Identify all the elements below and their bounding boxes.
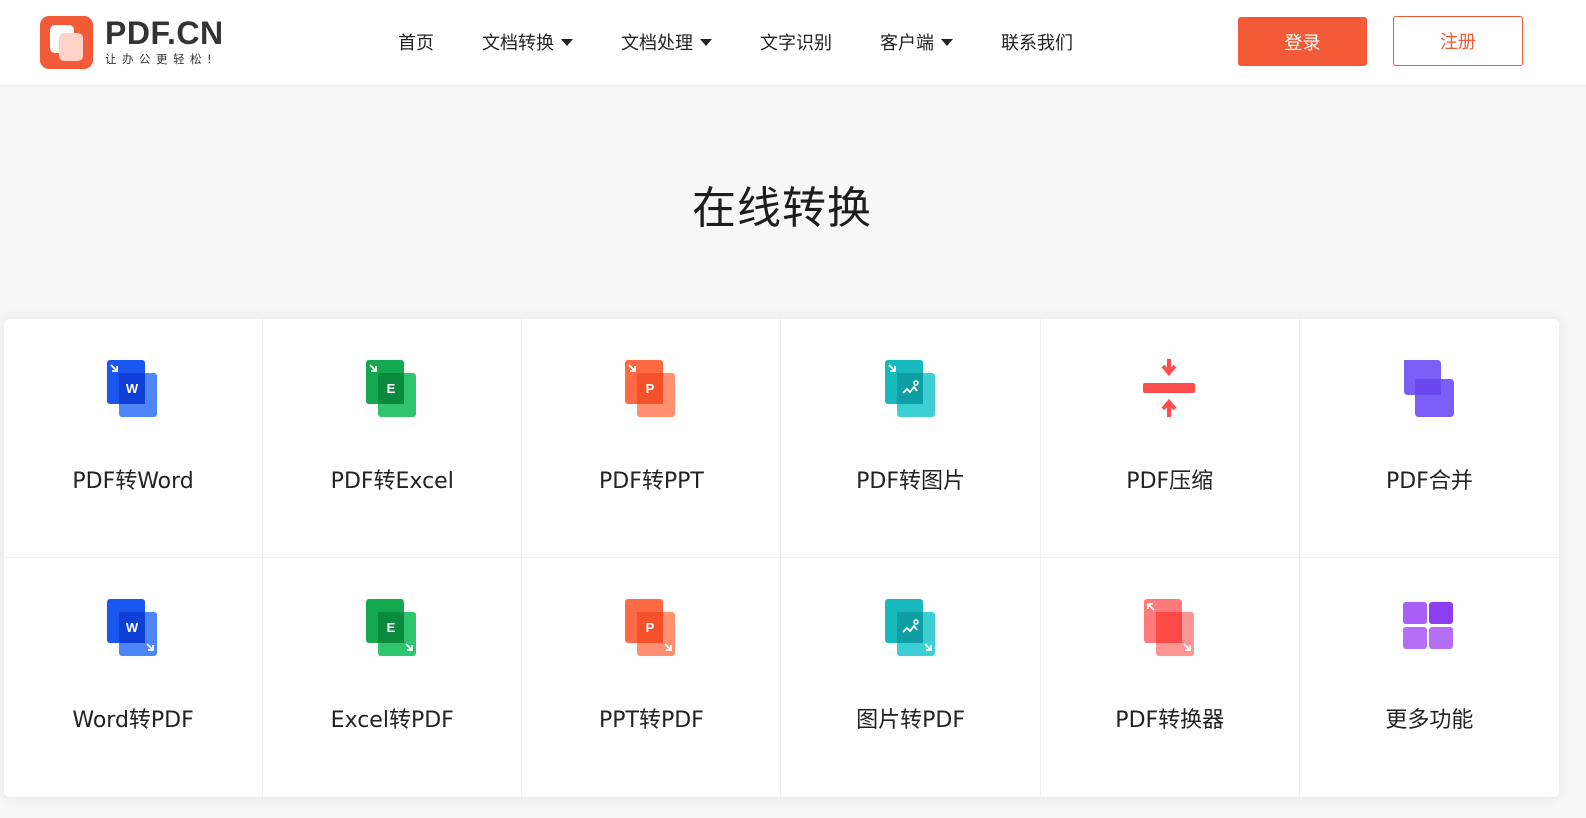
login-button[interactable]: 登录 [1238,17,1367,66]
nav-item-label: 首页 [398,33,434,54]
nav-item-doc-process[interactable]: 文档处理 [621,29,712,55]
pdf-to-excel-icon: E [366,360,417,417]
caret-down-icon [941,38,953,46]
svg-text:E: E [387,620,396,635]
tool-label: PDF转Excel [330,469,454,494]
nav-item-label: 联系我们 [1001,33,1073,54]
tool-pdf-to-image[interactable]: PDF转图片 [781,319,1041,558]
pdf-to-word-icon: W [107,360,158,417]
svg-text:P: P [646,620,655,635]
svg-text:W: W [126,381,139,396]
image-to-pdf-icon [884,599,935,656]
more-features-icon [1403,602,1454,649]
excel-to-pdf-icon: E [366,599,417,656]
tool-label: PDF转换器 [1115,708,1225,733]
nav-item-ocr[interactable]: 文字识别 [760,29,832,55]
tools-grid: W PDF转Word E PDF转Excel P PDF转PPT PDF转图片 … [4,319,1559,797]
tool-label: PDF转图片 [856,469,965,494]
main-nav: 首页 文档转换 文档处理 文字识别 客户端 联系我们 [398,28,1073,56]
page-title: 在线转换 [692,183,872,234]
caret-down-icon [700,38,712,46]
tool-pdf-converter[interactable]: PDF转换器 [1041,558,1300,797]
nav-item-label: 客户端 [880,33,934,54]
tool-pdf-to-ppt[interactable]: P PDF转PPT [522,319,782,558]
nav-item-label: 文档转换 [482,33,554,54]
nav-item-label: 文字识别 [760,33,832,54]
tool-label: 图片转PDF [856,708,965,733]
tool-label: PDF转PPT [598,469,704,494]
register-button[interactable]: 注册 [1393,16,1523,66]
tool-more-features[interactable]: 更多功能 [1300,558,1559,797]
ppt-to-pdf-icon: P [625,599,676,656]
tool-pdf-merge[interactable]: PDF合并 [1299,319,1559,558]
nav-item-home[interactable]: 首页 [398,29,434,55]
tool-label: Excel转PDF [330,708,454,733]
site-header: PDF.CN 让办公更轻松! 首页 文档转换 文档处理 文字识别 客户端 联系我… [0,0,1586,86]
svg-text:E: E [387,381,396,396]
tool-pdf-to-word[interactable]: W PDF转Word [4,319,264,558]
pdf-converter-icon [1143,599,1194,656]
logo-text: PDF.CN 让办公更轻松! [105,17,224,67]
caret-down-icon [561,38,573,46]
svg-text:W: W [126,620,139,635]
pdf-to-ppt-icon: P [625,360,676,417]
site-logo[interactable]: PDF.CN 让办公更轻松! [40,15,224,69]
tool-pdf-compress[interactable]: PDF压缩 [1040,319,1300,558]
compress-icon [1142,359,1195,417]
logo-icon [40,15,93,69]
merge-icon [1404,360,1455,417]
tool-label: PDF压缩 [1126,469,1214,494]
tool-label: PDF转Word [72,469,194,494]
word-to-pdf-icon: W [107,599,158,656]
tool-label: 更多功能 [1385,708,1474,733]
tool-label: Word转PDF [72,708,194,733]
tool-pdf-to-excel[interactable]: E PDF转Excel [263,319,523,558]
nav-item-client[interactable]: 客户端 [880,29,953,55]
logo-slogan: 让办公更轻松! [105,52,218,66]
tool-excel-to-pdf[interactable]: E Excel转PDF [263,558,523,797]
nav-item-label: 文档处理 [621,33,693,54]
svg-text:P: P [646,381,655,396]
tool-label: PDF合并 [1385,469,1473,494]
tool-word-to-pdf[interactable]: W Word转PDF [4,558,264,797]
tool-ppt-to-pdf[interactable]: P PPT转PDF [522,558,782,797]
tool-label: PPT转PDF [598,708,704,733]
pdf-to-image-icon [884,360,935,417]
tool-image-to-pdf[interactable]: 图片转PDF [781,558,1041,797]
logo-name: PDF.CN [105,15,224,51]
nav-item-doc-convert[interactable]: 文档转换 [482,29,573,55]
nav-item-contact[interactable]: 联系我们 [1001,29,1073,55]
